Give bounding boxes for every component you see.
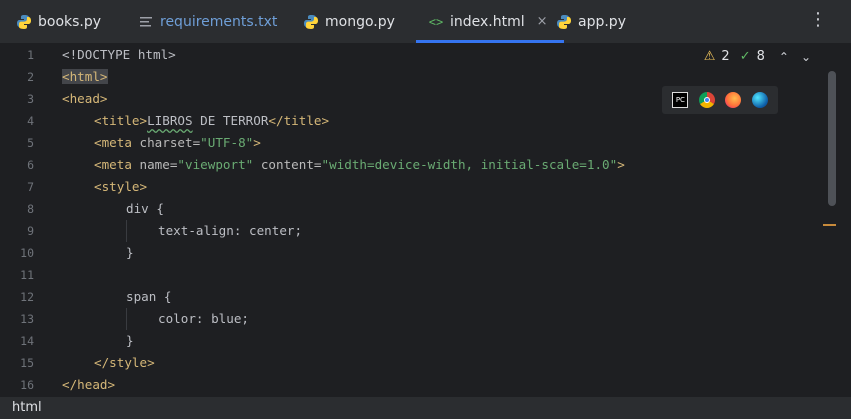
chevron-down-icon[interactable]: ⌄ — [801, 50, 811, 64]
open-in-browser-toolbar: PC — [662, 86, 778, 114]
line-number: 6 — [27, 158, 34, 172]
line-number: 2 — [27, 70, 34, 84]
tab-index-html[interactable]: <> index.html × — [416, 0, 564, 43]
code-line-2: <html> — [62, 69, 108, 84]
code-line-7: <style> — [94, 179, 148, 194]
python-icon — [556, 14, 572, 30]
breadcrumb[interactable]: html — [12, 400, 42, 415]
tab-label: app.py — [578, 13, 626, 30]
warning-icon: ⚠ — [703, 49, 716, 64]
editor-tab-bar: books.py requirements.txt mongo.py <> in… — [0, 0, 851, 44]
chevron-up-icon[interactable]: ⌃ — [779, 50, 789, 64]
html-icon: <> — [428, 14, 444, 29]
code-line-6: <meta name="viewport" content="width=dev… — [94, 157, 625, 172]
edge-icon[interactable] — [751, 92, 768, 108]
check-icon: ✓ — [739, 49, 751, 64]
weak-warning-count: 8 — [756, 49, 765, 64]
code-line-8: div { — [126, 201, 164, 216]
line-number: 10 — [20, 246, 34, 260]
code-line-5: <meta charset="UTF-8"> — [94, 135, 261, 150]
vertical-scrollbar[interactable] — [828, 71, 836, 206]
tab-requirements-txt[interactable]: requirements.txt — [138, 0, 277, 43]
tab-label: index.html — [450, 13, 525, 30]
indent-guide — [126, 308, 127, 330]
code-editor[interactable]: 1 2 3 4 5 6 7 8 9 10 11 12 13 14 15 16 <… — [0, 44, 851, 396]
tab-app-py[interactable]: app.py — [556, 0, 626, 43]
code-line-3: <head> — [62, 91, 108, 106]
indent-guide — [126, 220, 127, 242]
line-number: 3 — [27, 92, 34, 106]
pycharm-icon[interactable]: PC — [672, 92, 689, 108]
chrome-icon[interactable] — [698, 92, 715, 108]
python-icon — [303, 14, 319, 30]
firefox-icon[interactable] — [725, 92, 742, 108]
code-line-9: text-align: center; — [158, 223, 303, 238]
tab-books-py[interactable]: books.py — [16, 0, 101, 43]
line-number: 1 — [27, 48, 34, 62]
tab-label: books.py — [38, 13, 102, 30]
line-number: 15 — [20, 356, 34, 370]
tab-mongo-py[interactable]: mongo.py — [303, 0, 395, 43]
status-bar: html — [0, 396, 851, 419]
line-number: 7 — [27, 180, 34, 194]
tab-label: mongo.py — [325, 13, 395, 30]
close-tab-icon[interactable]: × — [537, 14, 548, 29]
inspection-widget[interactable]: ⚠ 2 ✓ 8 ⌃ ⌄ — [704, 49, 811, 64]
line-number: 9 — [27, 224, 34, 238]
code-line-13: color: blue; — [158, 311, 249, 326]
line-number: 8 — [27, 202, 34, 216]
code-line-15: </style> — [94, 355, 155, 370]
python-icon — [16, 14, 32, 30]
code-text[interactable]: <!DOCTYPE html> <html> <head> <title>LIB… — [62, 44, 625, 396]
line-number: 5 — [27, 136, 34, 150]
more-options-icon[interactable]: ⋮ — [809, 11, 827, 29]
line-number: 14 — [20, 334, 34, 348]
tab-label: requirements.txt — [160, 13, 278, 30]
line-number: 13 — [20, 312, 34, 326]
line-number: 4 — [27, 114, 34, 128]
code-line-4: <title>LIBROS DE TERROR</title> — [94, 113, 330, 128]
warning-count: 2 — [721, 49, 730, 64]
code-line-16: </head> — [62, 377, 116, 392]
line-number: 12 — [20, 290, 34, 304]
text-file-icon — [138, 14, 154, 30]
line-number: 11 — [20, 268, 34, 282]
line-number: 16 — [20, 378, 34, 392]
code-line-14: } — [126, 333, 134, 348]
code-line-1: <!DOCTYPE html> — [62, 47, 176, 62]
error-stripe-marker[interactable] — [823, 224, 836, 226]
code-line-12: span { — [126, 289, 172, 304]
code-line-10: } — [126, 245, 134, 260]
line-number-gutter: 1 2 3 4 5 6 7 8 9 10 11 12 13 14 15 16 — [0, 44, 50, 396]
